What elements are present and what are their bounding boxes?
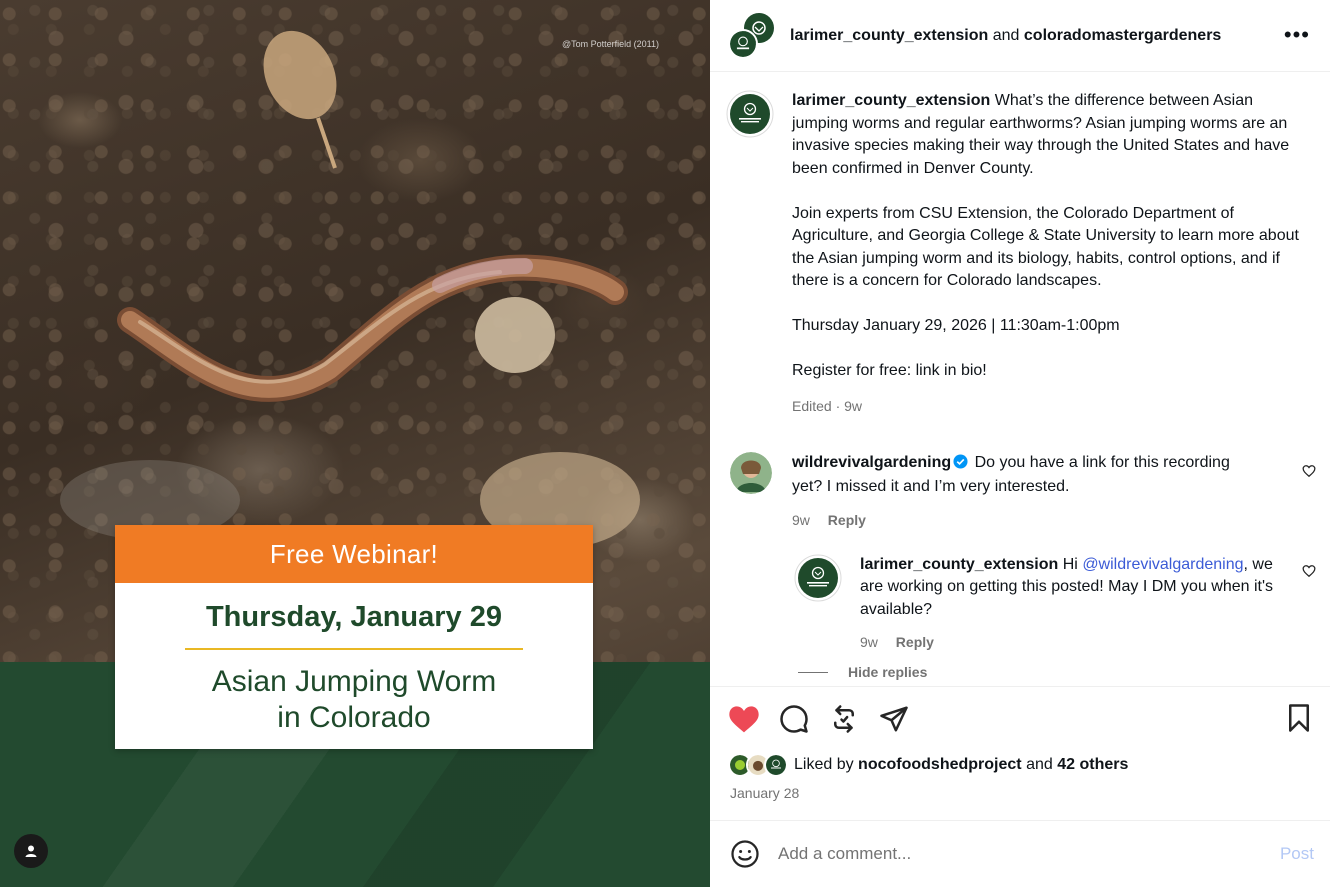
reply-reply-button[interactable]: Reply	[896, 634, 934, 650]
comment-input[interactable]	[778, 844, 1248, 864]
comment-content: wildrevivalgardening Do you have a link …	[792, 452, 1262, 528]
photo-credit: @Tom Potterfield (2011)	[562, 39, 660, 49]
paper-plane-icon	[880, 706, 908, 732]
caption-para3: Thursday January 29, 2026 | 11:30am-1:00…	[792, 317, 1120, 334]
reply-body: larimer_county_extension Hi @wildrevival…	[860, 554, 1280, 622]
post-caption: larimer_county_extension What’s the diff…	[710, 72, 1330, 418]
comment-composer: Post	[710, 820, 1330, 887]
liker-avatars[interactable]	[728, 753, 788, 777]
post-comment-button[interactable]: Post	[1280, 844, 1314, 864]
more-options-button[interactable]: •••	[1284, 22, 1310, 48]
post-header: larimer_county_extension and coloradomas…	[710, 0, 1330, 72]
likes-others-link[interactable]: 42 others	[1057, 756, 1128, 774]
collab-avatars[interactable]	[728, 12, 774, 59]
comment-meta: 9w Reply	[792, 512, 1262, 528]
comment-item: wildrevivalgardening Do you have a link …	[710, 418, 1330, 528]
like-comment-heart-icon[interactable]	[1302, 464, 1316, 478]
post-date[interactable]: January 28	[730, 785, 799, 801]
header-joiner: and	[992, 26, 1020, 44]
caption-para2: Join experts from CSU Extension, the Col…	[792, 204, 1299, 290]
likes-user-link[interactable]: nocofoodshedproject	[858, 756, 1022, 774]
post-media[interactable]: @Tom Potterfield (2011) Free Webinar! Th…	[0, 0, 710, 887]
like-reply-heart-icon[interactable]	[1302, 564, 1316, 578]
user-icon	[25, 845, 37, 857]
card-divider	[185, 648, 523, 650]
caption-para1: larimer_county_extension What’s the diff…	[792, 90, 1310, 180]
header-user2-link[interactable]: coloradomastergardeners	[1024, 27, 1221, 44]
comment-reply-button[interactable]: Reply	[828, 512, 866, 528]
wildrevival-avatar[interactable]	[730, 451, 772, 494]
reply-meta: 9w Reply	[860, 634, 1280, 650]
reply-prefix: Hi	[1062, 555, 1078, 573]
reply-mention-link[interactable]: @wildrevivalgardening	[1082, 556, 1243, 573]
bookmark-icon	[1289, 704, 1309, 732]
hide-replies-label: Hide replies	[848, 664, 928, 680]
like-button[interactable]	[728, 703, 760, 735]
comment-time: 9w	[792, 511, 810, 528]
card-title-line2: in Colorado	[277, 701, 431, 734]
comment-bubble-icon	[780, 705, 808, 733]
repost-icon	[834, 705, 854, 733]
comment-username-link[interactable]: wildrevivalgardening	[792, 454, 951, 471]
card-title: Asian Jumping Worm in Colorado	[115, 664, 593, 736]
hide-replies-button[interactable]: Hide replies	[798, 664, 1330, 680]
caption-body: larimer_county_extension What’s the diff…	[792, 90, 1310, 418]
likes-joiner: and	[1026, 756, 1053, 773]
liker-avatar	[764, 753, 788, 777]
reply-time: 9w	[860, 634, 878, 650]
heart-filled-icon	[729, 706, 759, 733]
post-actions: Liked by nocofoodshedproject and 42 othe…	[710, 686, 1330, 820]
card-date: Thursday, January 29	[205, 601, 503, 633]
verified-badge-icon	[953, 453, 968, 477]
comments-scroll-area[interactable]: larimer_county_extension What’s the diff…	[710, 72, 1330, 686]
emoji-icon[interactable]	[730, 839, 760, 869]
reply-item: larimer_county_extension Hi @wildrevival…	[710, 528, 1330, 651]
caption-para4: Register for free: link in bio!	[792, 362, 987, 379]
webinar-card: Free Webinar! Thursday, January 29 Asian…	[115, 525, 593, 749]
csu-extension-avatar[interactable]	[726, 90, 774, 138]
header-user1-link[interactable]: larimer_county_extension	[790, 27, 988, 44]
share-button[interactable]	[878, 703, 910, 735]
likes-summary: Liked by nocofoodshedproject and 42 othe…	[728, 753, 1128, 777]
comment-body: wildrevivalgardening Do you have a link …	[792, 452, 1262, 499]
repost-button[interactable]	[828, 703, 860, 735]
header-usernames: larimer_county_extension and coloradomas…	[790, 27, 1221, 45]
comment-button[interactable]	[778, 703, 810, 735]
hide-replies-line	[798, 671, 828, 673]
likes-prefix: Liked by	[794, 756, 854, 773]
csu-logo-avatar	[728, 28, 758, 59]
csu-extension-avatar[interactable]	[794, 554, 842, 602]
save-button[interactable]	[1284, 703, 1314, 738]
action-icons	[728, 703, 910, 735]
caption-meta: Edited · 9w	[792, 398, 863, 414]
reply-username-link[interactable]: larimer_county_extension	[860, 556, 1058, 573]
card-header: Free Webinar!	[115, 525, 593, 583]
reply-content: larimer_county_extension Hi @wildrevival…	[860, 554, 1280, 651]
post-panel: larimer_county_extension and coloradomas…	[710, 0, 1330, 887]
tagged-users-button[interactable]	[14, 834, 48, 868]
card-title-line1: Asian Jumping Worm	[211, 665, 497, 698]
caption-username-link[interactable]: larimer_county_extension	[792, 92, 990, 109]
